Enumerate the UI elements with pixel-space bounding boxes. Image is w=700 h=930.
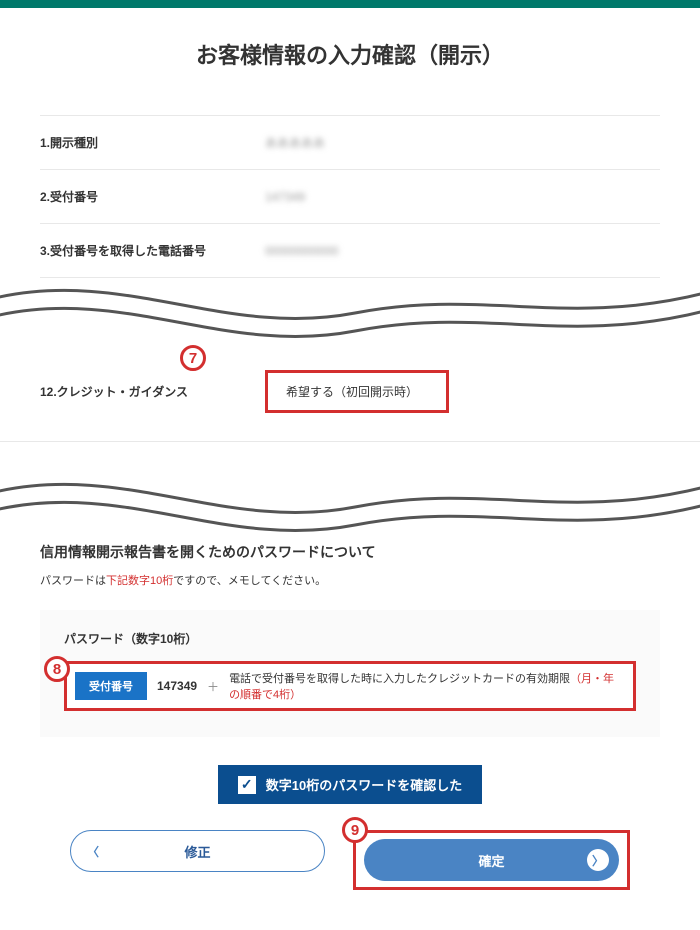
- confirm-button-label: 確定: [478, 851, 504, 870]
- row-12-value-highlight: 希望する（初回開示時）: [265, 370, 449, 413]
- password-description: 電話で受付番号を取得した時に入力したクレジットカードの有効期限（月・年の順番で4…: [229, 670, 625, 702]
- confirm-row: ✓ 数字10桁のパスワードを確認した: [0, 765, 700, 804]
- password-card: 8 パスワード（数字10桁） 受付番号 147349 ＋ 電話で受付番号を取得し…: [40, 610, 660, 737]
- back-button-label: 修正: [184, 842, 210, 861]
- plus-icon: ＋: [207, 678, 219, 695]
- row-2: 2.受付番号 147349: [40, 170, 660, 224]
- confirm-button-highlight: 9 確定 〉: [353, 830, 630, 890]
- password-section-note: パスワードは下記数字10桁ですので、メモしてください。: [40, 572, 660, 588]
- confirm-password-button[interactable]: ✓ 数字10桁のパスワードを確認した: [218, 765, 482, 804]
- annotation-7: 7: [180, 345, 206, 371]
- page-title: お客様情報の入力確認（開示）: [0, 8, 700, 115]
- confirm-button[interactable]: 確定 〉: [364, 839, 619, 881]
- row-value-blurred: 147349: [265, 190, 305, 204]
- password-badge: 受付番号: [75, 672, 147, 700]
- password-heading: パスワード（数字10桁）: [64, 630, 636, 647]
- wave-divider: [0, 472, 700, 542]
- annotation-8: 8: [44, 656, 70, 682]
- confirm-button-label: 数字10桁のパスワードを確認した: [266, 775, 462, 794]
- note-suffix: ですので、メモしてください。: [173, 575, 326, 587]
- chevron-right-circle-icon: 〉: [587, 849, 609, 871]
- check-icon: ✓: [238, 776, 256, 794]
- note-prefix: パスワードは: [40, 575, 106, 587]
- password-section: 信用情報開示報告書を開くためのパスワードについて パスワードは下記数字10桁です…: [0, 542, 700, 737]
- chevron-left-icon: 〈: [87, 843, 99, 860]
- note-red: 下記数字10桁: [106, 575, 173, 587]
- top-accent-bar: [0, 0, 700, 8]
- row-label: 12.クレジット・ガイダンス: [40, 383, 265, 400]
- action-buttons: 〈 修正 9 確定 〉: [0, 830, 700, 930]
- annotation-9: 9: [342, 817, 368, 843]
- row-1: 1.開示種別 あああああ: [40, 115, 660, 170]
- confirmation-rows: 1.開示種別 あああああ 2.受付番号 147349 3.受付番号を取得した電話…: [0, 115, 700, 278]
- row-12: 7 12.クレジット・ガイダンス 希望する（初回開示時）: [0, 348, 700, 442]
- row-label: 1.開示種別: [40, 134, 265, 151]
- back-button[interactable]: 〈 修正: [70, 830, 325, 872]
- password-composition-highlight: 受付番号 147349 ＋ 電話で受付番号を取得した時に入力したクレジットカード…: [64, 661, 636, 711]
- wave-divider: [0, 278, 700, 348]
- password-desc-text: 電話で受付番号を取得した時に入力したクレジットカードの有効期限: [229, 673, 570, 685]
- password-number: 147349: [157, 679, 197, 693]
- row-label: 3.受付番号を取得した電話番号: [40, 242, 265, 259]
- row-3: 3.受付番号を取得した電話番号 00000000000: [40, 224, 660, 278]
- row-value-blurred: あああああ: [265, 134, 325, 151]
- password-section-title: 信用情報開示報告書を開くためのパスワードについて: [40, 542, 660, 562]
- row-value-blurred: 00000000000: [265, 244, 338, 258]
- row-label: 2.受付番号: [40, 188, 265, 205]
